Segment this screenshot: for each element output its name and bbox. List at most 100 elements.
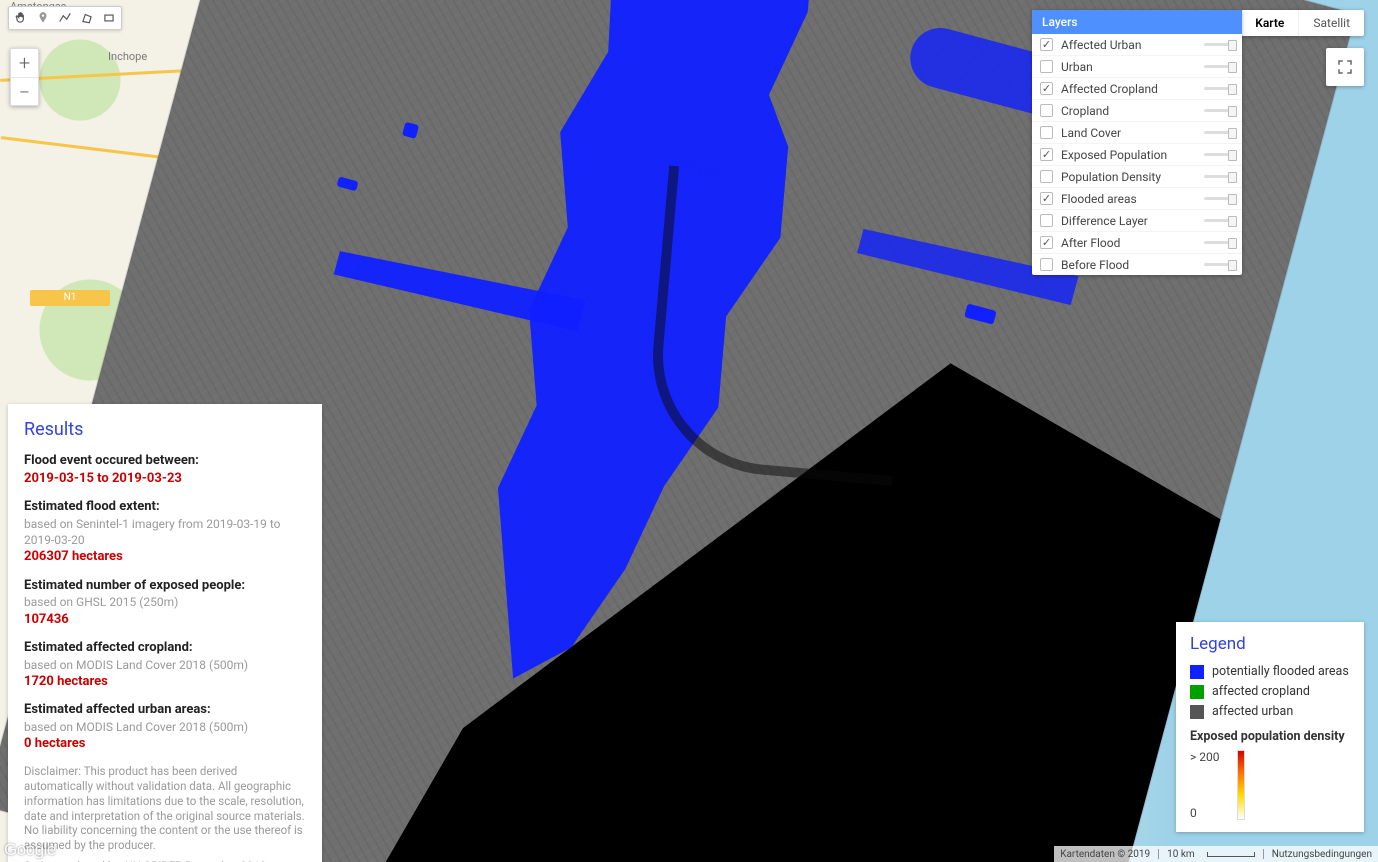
result-label: Estimated affected cropland: <box>24 639 306 657</box>
fullscreen-icon <box>1336 58 1354 76</box>
layer-checkbox[interactable] <box>1040 214 1053 227</box>
layer-row: Exposed Population <box>1032 144 1242 166</box>
result-label: Estimated flood extent: <box>24 498 306 516</box>
layers-title: Layers <box>1032 10 1242 34</box>
layer-opacity-slider[interactable] <box>1204 87 1234 90</box>
layer-row: Difference Layer <box>1032 210 1242 232</box>
layer-opacity-slider[interactable] <box>1204 109 1234 112</box>
scale-label: 10 km <box>1167 849 1195 860</box>
marker-icon[interactable] <box>35 10 51 26</box>
layer-row: After Flood <box>1032 232 1242 254</box>
road-shield-n1: N1 <box>30 290 110 306</box>
results-block: Estimated flood extent:based on Senintel… <box>24 498 306 565</box>
city-label: Inchope <box>108 50 147 63</box>
layer-row: Affected Urban <box>1032 34 1242 56</box>
result-value: 2019-03-15 to 2019-03-23 <box>24 470 306 488</box>
layer-checkbox[interactable] <box>1040 126 1053 139</box>
hand-icon[interactable] <box>13 10 29 26</box>
layer-opacity-slider[interactable] <box>1204 175 1234 178</box>
zoom-out-button[interactable]: − <box>11 77 38 105</box>
legend-row: potentially flooded areas <box>1190 664 1350 679</box>
layer-opacity-slider[interactable] <box>1204 43 1234 46</box>
legend-label: affected urban <box>1212 704 1293 719</box>
layer-checkbox[interactable] <box>1040 38 1053 51</box>
result-label: Estimated number of exposed people: <box>24 577 306 595</box>
google-logo: Google <box>4 840 56 860</box>
results-disclaimer: Disclaimer: This product has been derive… <box>24 764 306 854</box>
polygon-icon[interactable] <box>79 10 95 26</box>
layer-opacity-slider[interactable] <box>1204 153 1234 156</box>
layer-checkbox[interactable] <box>1040 236 1053 249</box>
layer-checkbox[interactable] <box>1040 170 1053 183</box>
rectangle-icon[interactable] <box>101 10 117 26</box>
fullscreen-button[interactable] <box>1326 48 1364 86</box>
layer-opacity-slider[interactable] <box>1204 219 1234 222</box>
result-sublabel: based on MODIS Land Cover 2018 (500m) <box>24 657 306 673</box>
legend-row: affected cropland <box>1190 684 1350 699</box>
results-block: Estimated affected urban areas:based on … <box>24 701 306 752</box>
layer-checkbox[interactable] <box>1040 148 1053 161</box>
layer-row: Population Density <box>1032 166 1242 188</box>
legend-row: affected urban <box>1190 704 1350 719</box>
results-block: Estimated affected cropland:based on MOD… <box>24 639 306 690</box>
layer-row: Cropland <box>1032 100 1242 122</box>
map-footer: Kartendaten © 2019 10 km Nutzungsbedingu… <box>1054 846 1378 862</box>
layer-checkbox[interactable] <box>1040 258 1053 271</box>
zoom-in-button[interactable]: + <box>11 49 38 77</box>
layer-checkbox[interactable] <box>1040 60 1053 73</box>
results-title: Results <box>24 418 306 442</box>
results-panel: Results Flood event occured between:2019… <box>8 404 322 862</box>
layer-label: After Flood <box>1061 236 1204 250</box>
line-icon[interactable] <box>57 10 73 26</box>
legend-pop-heading: Exposed population density <box>1190 729 1350 744</box>
result-label: Estimated affected urban areas: <box>24 701 306 719</box>
result-value: 0 hectares <box>24 735 306 753</box>
result-sublabel: based on MODIS Land Cover 2018 (500m) <box>24 719 306 735</box>
legend-panel: Legend potentially flooded areas affected… <box>1176 622 1364 832</box>
legend-swatch <box>1190 685 1204 699</box>
map-type-control: Karte Satellit <box>1241 10 1364 36</box>
result-value: 206307 hectares <box>24 548 306 566</box>
river-channel <box>621 149 940 503</box>
layer-checkbox[interactable] <box>1040 192 1053 205</box>
layer-label: Flooded areas <box>1061 192 1204 206</box>
result-value: 1720 hectares <box>24 673 306 691</box>
layer-label: Cropland <box>1061 104 1204 118</box>
layer-row: Before Flood <box>1032 254 1242 275</box>
layer-row: Affected Cropland <box>1032 78 1242 100</box>
layer-label: Affected Cropland <box>1061 82 1204 96</box>
layer-row: Land Cover <box>1032 122 1242 144</box>
layer-row: Urban <box>1032 56 1242 78</box>
terms-link[interactable]: Nutzungsbedingungen <box>1272 849 1372 860</box>
attribution-text: Kartendaten © 2019 <box>1060 849 1150 860</box>
result-label: Flood event occured between: <box>24 452 306 470</box>
scale-bar <box>1207 852 1255 857</box>
layer-checkbox[interactable] <box>1040 104 1053 117</box>
layer-row: Flooded areas <box>1032 188 1242 210</box>
gradient-bar <box>1237 750 1245 820</box>
legend-title: Legend <box>1190 634 1350 654</box>
layer-opacity-slider[interactable] <box>1204 131 1234 134</box>
layer-checkbox[interactable] <box>1040 82 1053 95</box>
legend-swatch <box>1190 705 1204 719</box>
legend-label: affected cropland <box>1212 684 1310 699</box>
map-app: N1 N6 Inchope Amatongas <box>0 0 1378 862</box>
layer-opacity-slider[interactable] <box>1204 197 1234 200</box>
layer-label: Population Density <box>1061 170 1204 184</box>
layer-opacity-slider[interactable] <box>1204 263 1234 266</box>
map-type-satellite[interactable]: Satellit <box>1298 10 1364 36</box>
results-block: Estimated number of exposed people:based… <box>24 577 306 628</box>
layer-label: Exposed Population <box>1061 148 1204 162</box>
legend-gradient: > 200 0 <box>1190 750 1350 820</box>
results-block: Flood event occured between:2019-03-15 t… <box>24 452 306 487</box>
drawing-toolbar <box>8 6 122 30</box>
layer-opacity-slider[interactable] <box>1204 241 1234 244</box>
layer-label: Affected Urban <box>1061 38 1204 52</box>
layer-label: Urban <box>1061 60 1204 74</box>
result-sublabel: based on GHSL 2015 (250m) <box>24 594 306 610</box>
layer-opacity-slider[interactable] <box>1204 65 1234 68</box>
result-sublabel: based on Senintel-1 imagery from 2019-03… <box>24 516 306 548</box>
gradient-max-label: > 200 <box>1190 750 1219 764</box>
zoom-control: + − <box>10 48 39 106</box>
map-type-map[interactable]: Karte <box>1241 10 1298 36</box>
